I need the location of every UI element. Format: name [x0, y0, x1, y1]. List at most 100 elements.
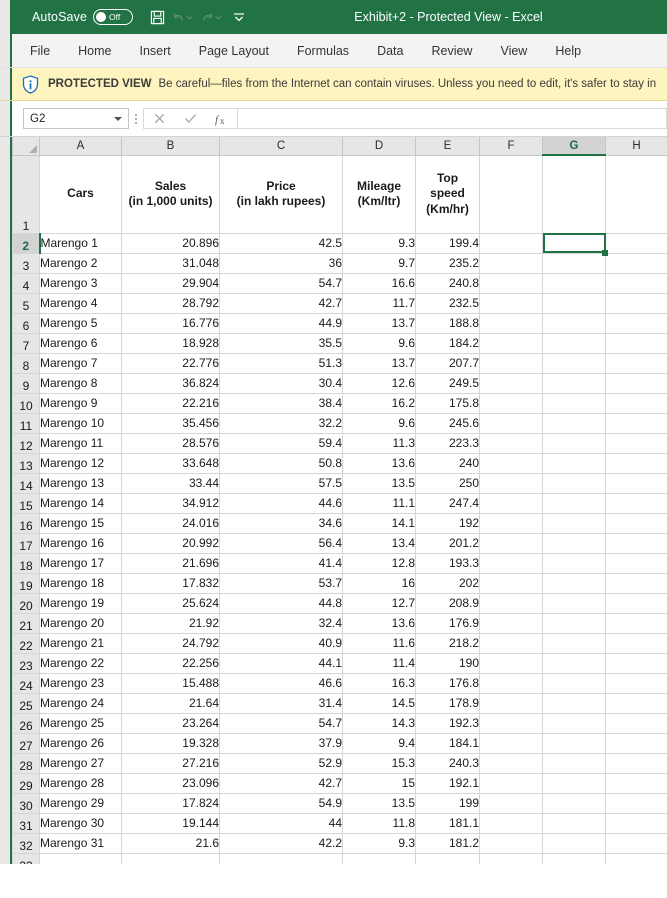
cell-F10[interactable]	[479, 392, 543, 414]
row-header-2[interactable]: 2	[12, 232, 41, 254]
cell-B17[interactable]: 20.992	[121, 532, 220, 554]
cell-D16[interactable]: 14.1	[342, 512, 416, 534]
cell-H7[interactable]	[605, 332, 667, 354]
cell-C28[interactable]: 52.9	[219, 752, 343, 774]
cell-F25[interactable]	[479, 692, 543, 714]
tab-review[interactable]: Review	[417, 34, 486, 67]
cell-E17[interactable]: 201.2	[415, 532, 480, 554]
cell-B14[interactable]: 33.44	[121, 472, 220, 494]
cell-B8[interactable]: 22.776	[121, 352, 220, 374]
cell-D21[interactable]: 13.6	[342, 612, 416, 634]
cell-B3[interactable]: 31.048	[121, 252, 220, 274]
cell-C11[interactable]: 32.2	[219, 412, 343, 434]
cell-F3[interactable]	[479, 252, 543, 274]
cell-H22[interactable]	[605, 632, 667, 654]
cell-C17[interactable]: 56.4	[219, 532, 343, 554]
cell-E14[interactable]: 250	[415, 472, 480, 494]
cell-B7[interactable]: 18.928	[121, 332, 220, 354]
cell-F14[interactable]	[479, 472, 543, 494]
cell-G11[interactable]	[542, 412, 606, 434]
tab-page-layout[interactable]: Page Layout	[185, 34, 283, 67]
cell-C23[interactable]: 44.1	[219, 652, 343, 674]
row-header-19[interactable]: 19	[12, 572, 40, 594]
cell-B18[interactable]: 21.696	[121, 552, 220, 574]
cell-H12[interactable]	[605, 432, 667, 454]
insert-function-fx-icon[interactable]: f x	[206, 109, 237, 128]
cell-B27[interactable]: 19.328	[121, 732, 220, 754]
cell-A30[interactable]: Marengo 29	[39, 792, 122, 814]
cell-H31[interactable]	[605, 812, 667, 834]
column-header-f[interactable]: F	[479, 137, 543, 156]
row-header-24[interactable]: 24	[12, 672, 40, 694]
cell-C14[interactable]: 57.5	[219, 472, 343, 494]
cell-F8[interactable]	[479, 352, 543, 374]
cell-F28[interactable]	[479, 752, 543, 774]
cell-G8[interactable]	[542, 352, 606, 374]
cell-B23[interactable]: 22.256	[121, 652, 220, 674]
chevron-down-icon[interactable]	[114, 116, 122, 121]
cell-D18[interactable]: 12.8	[342, 552, 416, 574]
column-title-e[interactable]: Top speed (Km/hr)	[415, 154, 480, 234]
confirm-check-icon[interactable]	[175, 109, 206, 128]
cell-A9[interactable]: Marengo 8	[39, 372, 122, 394]
cell-E32[interactable]: 181.2	[415, 832, 480, 854]
row-header-22[interactable]: 22	[12, 632, 40, 654]
cell-H33[interactable]	[605, 852, 667, 864]
cell-A21[interactable]: Marengo 20	[39, 612, 122, 634]
cell-F4[interactable]	[479, 272, 543, 294]
cell-G15[interactable]	[542, 492, 606, 514]
cell-G19[interactable]	[542, 572, 606, 594]
row-header-18[interactable]: 18	[12, 552, 40, 574]
fill-handle[interactable]	[602, 249, 608, 256]
cell-A11[interactable]: Marengo 10	[39, 412, 122, 434]
cell-E16[interactable]: 192	[415, 512, 480, 534]
cell-E19[interactable]: 202	[415, 572, 480, 594]
cell-D27[interactable]: 9.4	[342, 732, 416, 754]
cell-G4[interactable]	[542, 272, 606, 294]
row-header-26[interactable]: 26	[12, 712, 40, 734]
cell-E13[interactable]: 240	[415, 452, 480, 474]
cell-E22[interactable]: 218.2	[415, 632, 480, 654]
cell-D31[interactable]: 11.8	[342, 812, 416, 834]
cell-C31[interactable]: 44	[219, 812, 343, 834]
cell-H9[interactable]	[605, 372, 667, 394]
cell-F7[interactable]	[479, 332, 543, 354]
cell-G16[interactable]	[542, 512, 606, 534]
cell-F2[interactable]	[479, 232, 543, 254]
row-header-12[interactable]: 12	[12, 432, 40, 454]
cell-F6[interactable]	[479, 312, 543, 334]
cell-F27[interactable]	[479, 732, 543, 754]
cell-C18[interactable]: 41.4	[219, 552, 343, 574]
cell-H13[interactable]	[605, 452, 667, 474]
autosave-toggle[interactable]: Off	[93, 9, 134, 25]
cell-D22[interactable]: 11.6	[342, 632, 416, 654]
cell-B28[interactable]: 27.216	[121, 752, 220, 774]
cell-D29[interactable]: 15	[342, 772, 416, 794]
cell-B31[interactable]: 19.144	[121, 812, 220, 834]
cell-H29[interactable]	[605, 772, 667, 794]
cell-D3[interactable]: 9.7	[342, 252, 416, 274]
cell-C8[interactable]: 51.3	[219, 352, 343, 374]
cell-D19[interactable]: 16	[342, 572, 416, 594]
cell-C16[interactable]: 34.6	[219, 512, 343, 534]
cell-E26[interactable]: 192.3	[415, 712, 480, 734]
cell-C4[interactable]: 54.7	[219, 272, 343, 294]
cell-C21[interactable]: 32.4	[219, 612, 343, 634]
cell-A2[interactable]: Marengo 1	[39, 232, 122, 254]
cell-H6[interactable]	[605, 312, 667, 334]
tab-help[interactable]: Help	[541, 34, 595, 67]
cell-C22[interactable]: 40.9	[219, 632, 343, 654]
cell-G25[interactable]	[542, 692, 606, 714]
cell-C26[interactable]: 54.7	[219, 712, 343, 734]
cell-F5[interactable]	[479, 292, 543, 314]
row-header-3[interactable]: 3	[12, 252, 40, 274]
cell-H24[interactable]	[605, 672, 667, 694]
cell-B6[interactable]: 16.776	[121, 312, 220, 334]
cell-G9[interactable]	[542, 372, 606, 394]
cell-A7[interactable]: Marengo 6	[39, 332, 122, 354]
cell-D12[interactable]: 11.3	[342, 432, 416, 454]
cell-E11[interactable]: 245.6	[415, 412, 480, 434]
cell-F1[interactable]	[479, 154, 543, 234]
cell-C19[interactable]: 53.7	[219, 572, 343, 594]
column-title-a[interactable]: Cars	[39, 154, 122, 234]
